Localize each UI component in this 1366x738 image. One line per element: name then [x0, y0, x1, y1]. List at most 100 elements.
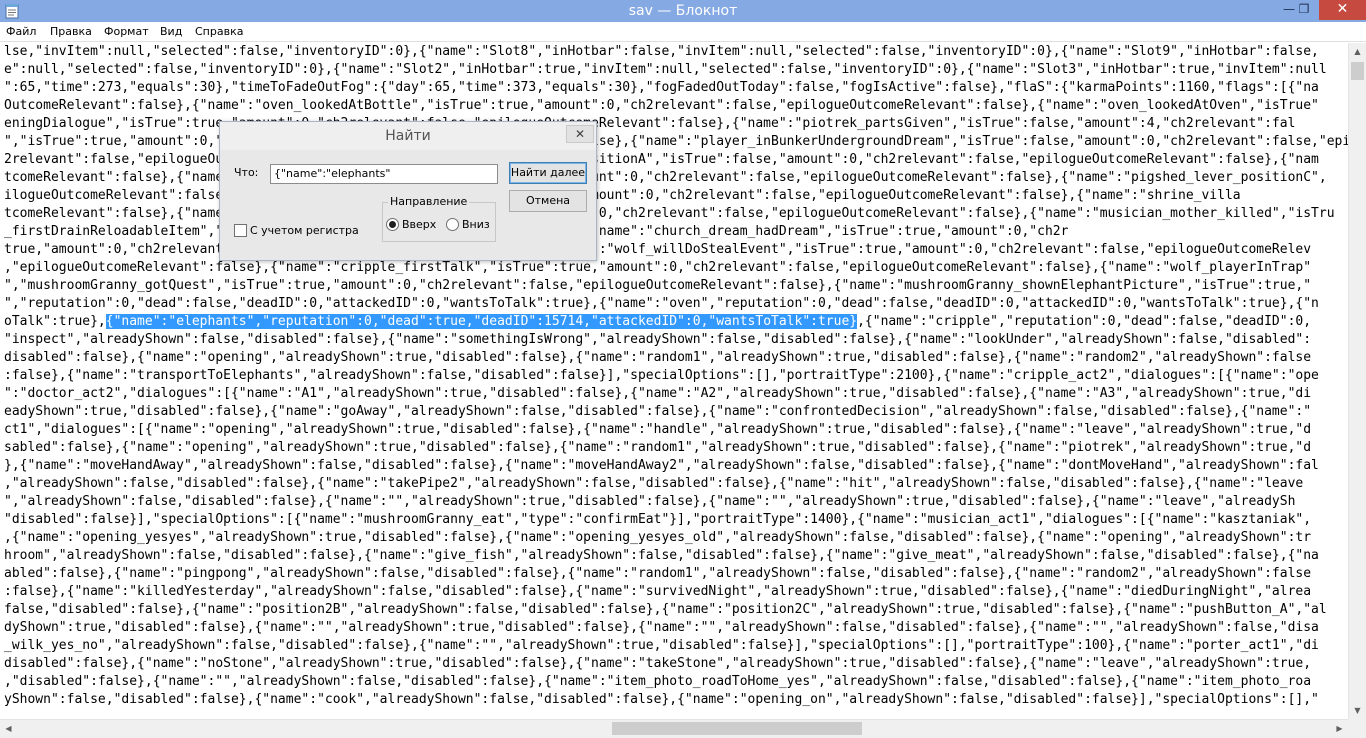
maximize-button[interactable]: ❐	[1291, 0, 1317, 20]
text-line: eningDialogue","isTrue":true,"amount":0,…	[4, 115, 1295, 133]
text-line-content: "disabled":false}],"specialOptions":[{"n…	[4, 512, 1312, 527]
text-line-content: oTalk":true},	[4, 314, 106, 329]
text-after-selection: ,{"name":"cripple","reputation":0,"dead"…	[857, 314, 1312, 329]
text-line: :false},{"name":"killedYesterday","alrea…	[4, 583, 1311, 601]
text-line: "inspect","alreadyShown":false,"disabled…	[4, 331, 1311, 349]
scroll-right-arrow-icon[interactable]: ▶	[1331, 720, 1348, 738]
text-line-content: :false},{"name":"transportToElephants","…	[4, 368, 1319, 383]
text-line: ","alreadyShown":false,"disabled":false}…	[4, 493, 1295, 511]
text-line-content: ilogueOutcomeRelevant":false},{"name":"p…	[4, 188, 1241, 203]
text-line: abled":false},{"name":"pingpong","alread…	[4, 565, 1311, 583]
text-line: sabled":false},{"name":"opening","alread…	[4, 439, 1311, 457]
find-dialog-title: Найти	[385, 128, 431, 144]
menu-view[interactable]: Вид	[154, 22, 188, 42]
text-line: ct1","dialogues":[{"name":"opening","alr…	[4, 421, 1311, 439]
text-line-content: eningDialogue","isTrue":true,"amount":0,…	[4, 116, 1296, 131]
close-button[interactable]: ✕	[1319, 0, 1366, 20]
direction-down-radio[interactable]	[446, 218, 459, 231]
text-line-content: disabled":false},{"name":"opening","alre…	[4, 350, 1312, 365]
text-line-content: ","reputation":0,"dead":false,"deadID":0…	[4, 296, 1319, 311]
text-line: ":"doctor_act2","dialogues":[{"name":"A1…	[4, 385, 1311, 403]
text-line: ilogueOutcomeRelevant":false},{"name":"p…	[4, 187, 1241, 205]
vertical-scrollbar[interactable]: ▲ ▼	[1348, 43, 1366, 719]
find-dialog-titlebar[interactable]: Найти ✕	[220, 122, 596, 150]
window-title: sav — Блокнот	[628, 3, 738, 19]
text-line: 2relevant":false,"epilogueOutcomeRelevan…	[4, 151, 1319, 169]
scrollbar-corner	[1348, 719, 1366, 738]
find-dialog-close-button[interactable]: ✕	[566, 125, 594, 143]
text-line: dyShown":true,"disabled":false},{"name":…	[4, 619, 1319, 637]
text-line: ,{"name":"opening_yesyes","alreadyShown"…	[4, 529, 1311, 547]
text-line-content: },{"name":"moveHandAway","alreadyShown":…	[4, 458, 1319, 473]
menu-format[interactable]: Формат	[98, 22, 155, 42]
text-line: ":65,"time":273,"equals":30},"timeToFade…	[4, 79, 1319, 97]
text-line-content: ","alreadyShown":false,"disabled":false}…	[4, 494, 1296, 509]
text-editor[interactable]: lse,"invItem":null,"selected":false,"inv…	[0, 43, 1348, 719]
text-line: tcomeRelevant":false},{"name":"house_dra…	[4, 205, 1335, 223]
text-line: tcomeRelevant":false},{"name":"pigshed_l…	[4, 169, 1327, 187]
text-line: eadyShown":true,"disabled":false},{"name…	[4, 403, 1311, 421]
text-line-content: sabled":false},{"name":"opening","alread…	[4, 440, 1312, 455]
text-line-content: true,"amount":0,"ch2relevant":false,"epi…	[4, 242, 1312, 257]
find-what-input[interactable]: {"name":"elephants"	[270, 164, 498, 184]
direction-down-label[interactable]: Вниз	[462, 218, 490, 232]
text-line-content: tcomeRelevant":false},{"name":"pigshed_l…	[4, 170, 1327, 185]
find-what-label: Что:	[234, 166, 259, 179]
text-line: OutcomeRelevant":false},{"name":"oven_lo…	[4, 97, 1319, 115]
text-line-content: _wilk_yes_no","alreadyShown":false,"disa…	[4, 638, 1319, 653]
text-line: :false},{"name":"transportToElephants","…	[4, 367, 1319, 385]
text-line-content: 2relevant":false,"epilogueOutcomeRelevan…	[4, 152, 1319, 167]
menu-bar: Файл Правка Формат Вид Справка	[0, 22, 1366, 42]
find-dialog[interactable]: Найти ✕ Что: {"name":"elephants" Найти д…	[219, 121, 597, 261]
find-next-button[interactable]: Найти далее	[509, 162, 587, 184]
text-line-content: :false},{"name":"killedYesterday","alrea…	[4, 584, 1312, 599]
scroll-left-arrow-icon[interactable]: ◀	[0, 720, 17, 738]
menu-help[interactable]: Справка	[189, 22, 249, 42]
scroll-up-arrow-icon[interactable]: ▲	[1349, 43, 1366, 60]
text-line: _wilk_yes_no","alreadyShown":false,"disa…	[4, 637, 1319, 655]
scroll-down-arrow-icon[interactable]: ▼	[1349, 702, 1366, 719]
match-case-checkbox[interactable]	[234, 224, 247, 237]
text-line: hroom","alreadyShown":false,"disabled":f…	[4, 547, 1319, 565]
text-line-content: lse,"invItem":null,"selected":false,"inv…	[4, 44, 1319, 59]
text-line-content: ct1","dialogues":[{"name":"opening","alr…	[4, 422, 1312, 437]
text-line-content: tcomeRelevant":false},{"name":"house_dra…	[4, 206, 1335, 221]
text-line-content: ,"alreadyShown":false,"disabled":false},…	[4, 476, 1304, 491]
text-line-content: ","isTrue":true,"amount":0,"ch2relevant"…	[4, 134, 1348, 149]
text-line-content: "inspect","alreadyShown":false,"disabled…	[4, 332, 1312, 347]
text-line-content: dyShown":true,"disabled":false},{"name":…	[4, 620, 1319, 635]
text-line-content: ,"disabled":false},{"name":"","alreadySh…	[4, 674, 1312, 689]
vertical-scroll-thumb[interactable]	[1351, 62, 1364, 80]
menu-edit[interactable]: Правка	[44, 22, 98, 42]
text-line-content: yShown":false,"disabled":false},{"name":…	[4, 692, 1319, 707]
text-line-content: ,{"name":"opening_yesyes","alreadyShown"…	[4, 530, 1312, 545]
direction-up-label[interactable]: Вверх	[402, 218, 436, 232]
menu-file[interactable]: Файл	[0, 22, 42, 42]
horizontal-scroll-thumb[interactable]	[612, 722, 862, 735]
text-line-content: abled":false},{"name":"pingpong","alread…	[4, 566, 1312, 581]
window-titlebar[interactable]: sav — Блокнот — ❐ ✕	[0, 0, 1366, 22]
text-line-content: false,"disabled":false},{"name":"positio…	[4, 602, 1327, 617]
text-line-content: OutcomeRelevant":false},{"name":"oven_lo…	[4, 98, 1319, 113]
text-line: disabled":false},{"name":"noStone","alre…	[4, 655, 1311, 673]
text-line: ,"alreadyShown":false,"disabled":false},…	[4, 475, 1303, 493]
text-line: oTalk":true},{"name":"elephants","reputa…	[4, 313, 1311, 331]
radio-selected-dot-icon	[389, 221, 396, 228]
cancel-button[interactable]: Отмена	[509, 190, 587, 212]
text-line: false,"disabled":false},{"name":"positio…	[4, 601, 1327, 619]
text-line-content: ":65,"time":273,"equals":30},"timeToFade…	[4, 80, 1319, 95]
text-line-content: eadyShown":true,"disabled":false},{"name…	[4, 404, 1312, 419]
direction-label: Направление	[388, 195, 470, 209]
text-line: yShown":false,"disabled":false},{"name":…	[4, 691, 1319, 709]
text-line: },{"name":"moveHandAway","alreadyShown":…	[4, 457, 1319, 475]
text-line-content: ","mushroomGranny_gotQuest","isTrue":tru…	[4, 278, 1312, 293]
text-line: true,"amount":0,"ch2relevant":false,"epi…	[4, 241, 1311, 259]
text-line: e":null,"selected":false,"inventoryID":0…	[4, 61, 1327, 79]
text-line: ,"epilogueOutcomeRelevant":false},{"name…	[4, 259, 1311, 277]
horizontal-scrollbar[interactable]: ◀ ▶	[0, 719, 1348, 738]
text-line-content: disabled":false},{"name":"noStone","alre…	[4, 656, 1312, 671]
direction-up-radio[interactable]	[386, 218, 399, 231]
selected-text: {"name":"elephants","reputation":0,"dead…	[105, 314, 858, 329]
match-case-label[interactable]: С учетом регистра	[250, 224, 359, 238]
text-line: ,"disabled":false},{"name":"","alreadySh…	[4, 673, 1311, 691]
